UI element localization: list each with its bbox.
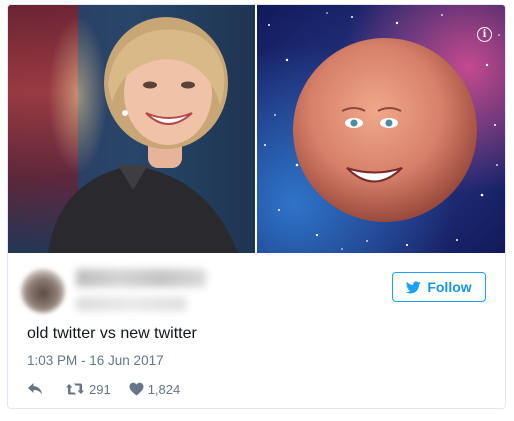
retweet-action[interactable]: 291: [65, 382, 111, 397]
tweet-timestamp[interactable]: 1:03 PM - 16 Jun 2017: [27, 353, 164, 368]
like-action[interactable]: 1,824: [129, 381, 181, 397]
follow-label: Follow: [427, 279, 472, 295]
moon-face-illustration: [293, 38, 477, 222]
blurred-display-name[interactable]: [76, 269, 206, 287]
blurred-handle[interactable]: [76, 297, 186, 311]
tweet-media[interactable]: i: [8, 5, 505, 253]
heart-icon: [129, 382, 144, 396]
follow-button[interactable]: Follow: [392, 272, 486, 302]
embedded-tweet-card: i Follow old twitter vs new twitter 1:03…: [7, 4, 506, 409]
portrait-illustration: [48, 17, 238, 253]
tweet-text: old twitter vs new twitter: [27, 325, 197, 342]
reply-action[interactable]: [27, 382, 43, 396]
tweet-body: Follow old twitter vs new twitter 1:03 P…: [8, 253, 505, 408]
retweet-count: 291: [89, 381, 111, 397]
reply-icon: [28, 383, 42, 395]
info-icon[interactable]: i: [477, 27, 492, 42]
avatar[interactable]: [21, 269, 65, 313]
tweet-actions: 291 1,824: [27, 379, 180, 399]
old-twitter-photo[interactable]: [8, 5, 255, 253]
like-count: 1,824: [147, 381, 181, 397]
retweet-icon: [66, 383, 84, 395]
twitter-bird-icon: [406, 280, 422, 293]
new-twitter-photo[interactable]: i: [257, 5, 505, 253]
